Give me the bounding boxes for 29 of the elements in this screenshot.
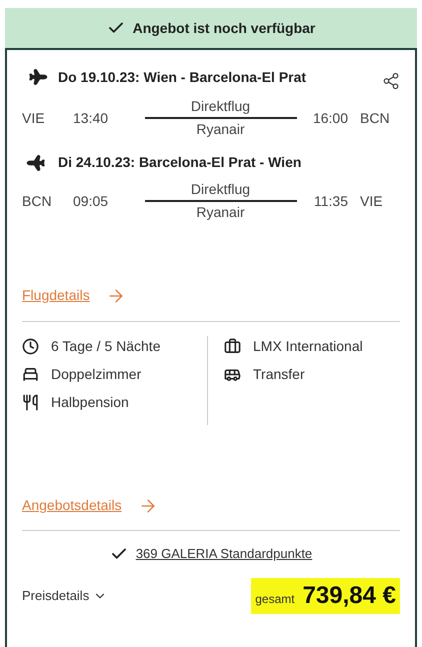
feature-text: 6 Tage / 5 Nächte xyxy=(51,337,160,356)
airline-name: Ryanair xyxy=(196,203,245,222)
airport-code: BCN xyxy=(360,108,391,128)
feature-text: Doppelzimmer xyxy=(51,365,142,384)
departure-time: 09:05 xyxy=(73,192,110,210)
clock-icon xyxy=(22,338,39,355)
bed-icon xyxy=(22,366,39,383)
flight-title: Di 24.10.23: Barcelona-El Prat - Wien xyxy=(58,153,302,172)
cutlery-icon xyxy=(22,394,39,411)
airport-code: BCN xyxy=(22,192,53,210)
points-link[interactable]: 369 GALERIA Standardpunkte xyxy=(136,544,312,564)
airline-name: Ryanair xyxy=(196,120,245,139)
arrival-time: 11:35 xyxy=(313,192,349,210)
flight-type: Direktflug xyxy=(190,97,250,116)
airport-code: VIE xyxy=(360,192,384,210)
feature-text: Halbpension xyxy=(51,393,129,412)
feature-text: LMX International xyxy=(253,337,363,356)
feature-text: Transfer xyxy=(253,365,305,384)
total-label: gesamt xyxy=(255,590,295,608)
flight-title: Do 19.10.23: Wien - Barcelona-El Prat xyxy=(58,68,308,86)
flight-type: Direktflug xyxy=(190,180,250,199)
suitcase-icon xyxy=(224,338,241,355)
airport-code: VIE xyxy=(22,108,46,128)
total-price: 739,84 € xyxy=(302,580,396,610)
share-icon[interactable] xyxy=(382,72,400,90)
price-details-button[interactable]: Preisdetails xyxy=(22,586,108,606)
arrival-time: 16:00 xyxy=(312,108,349,128)
departure-time: 13:40 xyxy=(73,108,110,128)
banner-text: Angebot ist noch verfügbar xyxy=(132,18,316,38)
